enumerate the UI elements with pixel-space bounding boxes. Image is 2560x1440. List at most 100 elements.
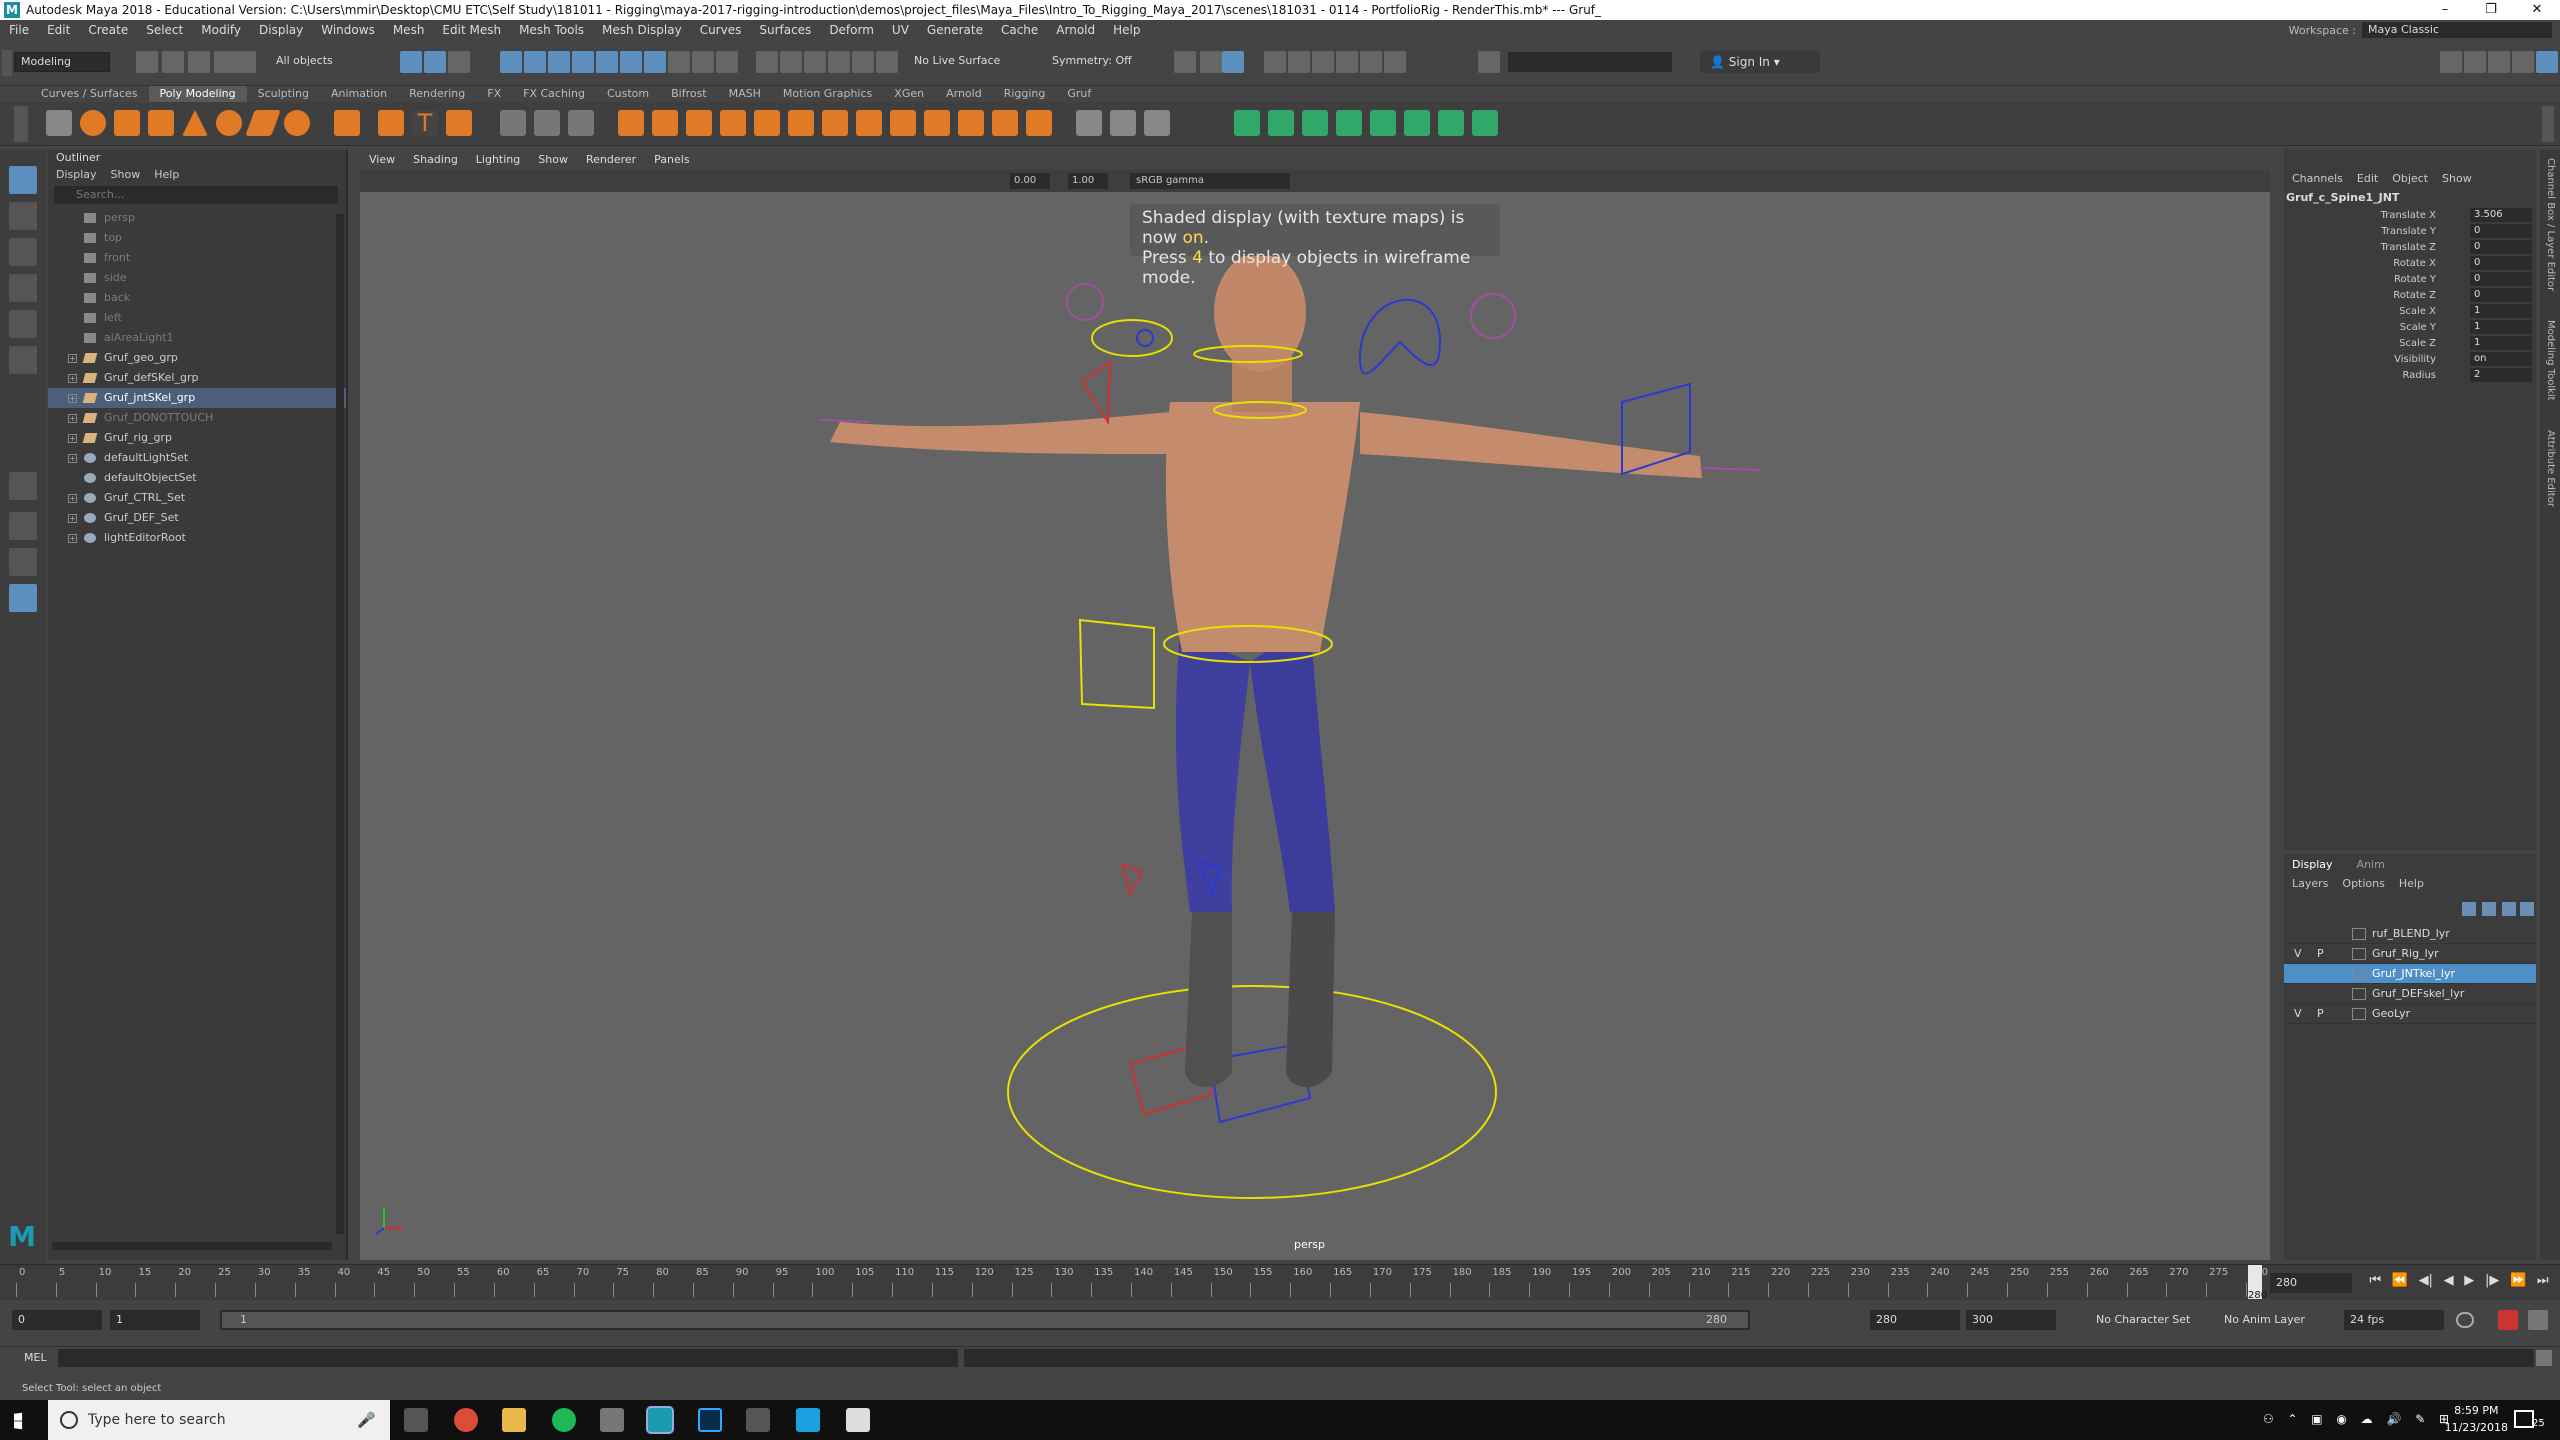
append-polygon-icon[interactable] [822,110,848,136]
outliner-item[interactable]: + defaultLightSet [48,448,346,468]
maximize-button[interactable]: ❐ [2468,0,2514,20]
channel-row[interactable]: Translate Z 0 [2284,240,2536,256]
four-view-layout-icon[interactable] [9,512,37,540]
visual-studio-icon[interactable] [746,1408,770,1432]
head-flower-control[interactable] [1470,293,1516,339]
volume-icon[interactable]: 🔊 [2386,1412,2401,1430]
expand-icon[interactable]: + [68,434,77,443]
layer-row[interactable]: ruf_BLEND_lyr [2284,924,2536,944]
anim-layer-dropdown[interactable]: No Anim Layer [2218,1310,2328,1330]
script-editor-icon[interactable] [2536,1350,2552,1366]
eye-control-curve[interactable] [1091,319,1173,357]
select-by-component-icon[interactable] [448,51,470,73]
go-to-start-icon[interactable]: ⏮ [2369,1273,2381,1293]
outliner-item[interactable]: left [48,308,346,328]
tray-app-icon[interactable]: ▣ [2311,1412,2322,1430]
shelf-tab-curves-surfaces[interactable]: Curves / Surfaces [30,86,149,102]
outliner-item[interactable]: side [48,268,346,288]
platonic-icon[interactable] [334,110,360,136]
app-icon[interactable] [796,1408,820,1432]
menu-create[interactable]: Create [79,23,137,37]
outliner-item[interactable]: front [48,248,346,268]
bridge-icon[interactable] [686,110,712,136]
loop-icon[interactable] [2456,1312,2474,1328]
photoshop-icon[interactable] [698,1408,722,1432]
wedge-icon[interactable] [890,110,916,136]
extrude-icon[interactable] [720,110,746,136]
animation-start-field[interactable]: 0 [12,1310,102,1330]
animation-preferences-icon[interactable] [2528,1310,2548,1330]
viewport-menu-view[interactable]: View [360,150,404,170]
connect-icon[interactable] [1144,110,1170,136]
outliner-item[interactable]: defaultObjectSet [48,468,346,488]
taskbar-search-input[interactable]: Type here to search 🎤 [48,1400,390,1440]
shelf-tab-fx[interactable]: FX [476,86,512,102]
left-hand-control[interactable] [819,419,871,423]
cut-uv-icon[interactable] [1438,110,1464,136]
shelf-tab-rendering[interactable]: Rendering [398,86,476,102]
color-space-dropdown[interactable]: sRGB gamma [1130,173,1290,189]
redo-icon[interactable] [234,51,256,73]
left-head-control[interactable] [1066,283,1104,321]
outliner-item[interactable]: + Gruf_CTRL_Set [48,488,346,508]
new-layer-from-selection-icon[interactable] [2520,902,2534,916]
notification-center-icon[interactable] [2514,1410,2534,1428]
disc-icon[interactable] [284,110,310,136]
outliner-item[interactable]: + Gruf_rig_grp [48,428,346,448]
fps-dropdown[interactable]: 24 fps [2344,1310,2444,1330]
symmetry-dropdown[interactable]: Symmetry: Off [1046,52,1156,72]
save-scene-icon[interactable] [188,51,210,73]
left-ik-switch-control[interactable] [1078,618,1155,710]
new-scene-icon[interactable] [136,51,158,73]
channel-row[interactable]: Translate Y 0 [2284,224,2536,240]
layer-row[interactable]: Gruf_JNTkel_lyr [2284,964,2536,984]
show-hidden-icons[interactable]: ⌃ [2287,1412,2297,1430]
expand-icon[interactable]: + [68,374,77,383]
mirror-icon[interactable] [652,110,678,136]
spotify-icon[interactable] [552,1408,576,1432]
menu-surfaces[interactable]: Surfaces [750,23,820,37]
vtab-modeling-toolkit[interactable]: Modeling Toolkit [2545,320,2556,401]
channel-box-object-name[interactable]: Gruf_c_Spine1_JNT [2284,185,2536,208]
svg-icon[interactable] [446,110,472,136]
toggle-attribute-editor-icon[interactable] [2464,51,2486,73]
vtab-attribute-editor[interactable]: Attribute Editor [2545,430,2556,507]
left-pole-vector-control[interactable] [1080,360,1112,426]
pause-icon[interactable] [1384,51,1406,73]
channel-value-field[interactable]: 0 [2470,224,2532,238]
viewport-menu-show[interactable]: Show [529,150,577,170]
character-set-dropdown[interactable]: No Character Set [2090,1310,2210,1330]
channel-value-field[interactable]: 1 [2470,320,2532,334]
live-surface-dropdown[interactable]: No Live Surface [908,52,1028,72]
outliner-hscrollbar[interactable] [52,1242,332,1250]
snap-view-plane-icon[interactable] [572,51,594,73]
outliner-layout-icon[interactable] [9,584,37,612]
spherical-uv-icon[interactable] [1302,110,1328,136]
far-clip-field[interactable]: 1.00 [1068,173,1108,189]
toggle-modeling-toolkit-icon[interactable] [2536,51,2558,73]
sidebar-toggle-icon[interactable] [1478,51,1500,73]
snap-face-icon[interactable] [668,51,690,73]
smooth-icon[interactable] [568,110,594,136]
time-slider[interactable]: 0 5 10 15 20 25 30 35 40 45 50 55 60 65 70 75 80 85 90 95 10… [0,1264,2560,1301]
sew-uv-icon[interactable] [1472,110,1498,136]
render-frame-icon[interactable] [1264,51,1286,73]
channel-value-field[interactable]: 0 [2470,256,2532,270]
windows-start-icon[interactable] [14,1412,23,1430]
channel-value-field[interactable]: on [2470,352,2532,366]
fill-hole-icon[interactable] [788,110,814,136]
channel-row[interactable]: Translate X 3.506 [2284,208,2536,224]
step-forward-frame-icon[interactable]: |▶ [2485,1273,2499,1293]
channel-value-field[interactable]: 1 [2470,304,2532,318]
target-weld-icon[interactable] [1110,110,1136,136]
sphere-icon[interactable] [80,110,106,136]
layer-row[interactable]: V P GeoLyr [2284,1004,2536,1024]
expand-icon[interactable]: + [68,494,77,503]
go-to-end-icon[interactable]: ⏭ [2537,1273,2549,1293]
expand-icon[interactable]: + [68,514,77,523]
super-shape-icon[interactable] [378,110,404,136]
layer-visibility-toggle[interactable]: V [2294,944,2302,964]
layer-row[interactable]: Gruf_DEFskel_lyr [2284,984,2536,1004]
layer-tab-display[interactable]: Display [2292,858,2333,871]
tweak-icon[interactable] [876,51,898,73]
